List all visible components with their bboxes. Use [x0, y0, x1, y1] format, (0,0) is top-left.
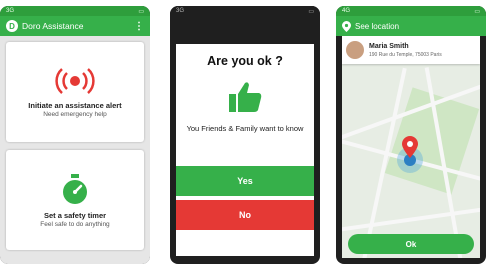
contact-name: Maria Smith [369, 42, 409, 50]
safety-timer-card[interactable]: Set a safety timer Feel safe to do anyth… [6, 150, 144, 250]
assistance-alert-card[interactable]: Initiate an assistance alert Need emerge… [6, 42, 144, 142]
card-subtitle: Need emergency help [43, 110, 107, 118]
ok-button[interactable]: Ok [348, 234, 474, 254]
avatar [346, 41, 364, 59]
signal-indicator: 3G [6, 8, 15, 14]
alarm-icon [55, 67, 95, 94]
app-bar: See location [336, 16, 486, 36]
yes-button[interactable]: Yes [176, 166, 314, 196]
card-title: Initiate an assistance alert [28, 100, 122, 110]
phone-screen-are-you-ok: 3G ▭ Are you ok ? You Friends & Family w… [170, 6, 320, 264]
status-bar: 3G ▭ [170, 6, 320, 16]
signal-indicator: 3G [176, 8, 185, 14]
status-bar: 3G ▭ [0, 6, 150, 16]
battery-icon: ▭ [138, 8, 144, 15]
no-button[interactable]: No [176, 200, 314, 230]
signal-indicator: 4G [342, 8, 351, 14]
card-title: Set a safety timer [43, 210, 107, 220]
assistance-content: Initiate an assistance alert Need emerge… [0, 36, 150, 264]
dialog-message: You Friends & Family want to know [186, 124, 304, 133]
location-pin-icon [342, 20, 351, 32]
phone-screen-assistance: 3G ▭ D Doro Assistance ⋮ Initiate an ass… [0, 6, 150, 264]
are-you-ok-dialog: Are you ok ? You Friends & Family want t… [176, 44, 314, 256]
stopwatch-icon [63, 173, 87, 204]
location-marker-icon [397, 136, 423, 173]
dialog-title: Are you ok ? [207, 54, 283, 68]
battery-icon: ▭ [474, 8, 480, 15]
app-bar: D Doro Assistance ⋮ [0, 16, 150, 36]
doro-logo-icon: D [6, 20, 18, 32]
app-title: Doro Assistance [22, 21, 84, 31]
more-vert-icon[interactable]: ⋮ [134, 21, 144, 32]
thumbs-up-icon [229, 82, 262, 112]
map-view[interactable]: Maria Smith 190 Rue du Temple, 75003 Par… [342, 36, 480, 258]
status-bar: 4G ▭ [336, 6, 486, 16]
contact-card[interactable]: Maria Smith 190 Rue du Temple, 75003 Par… [342, 36, 480, 64]
phone-screen-location: 4G ▭ See location Maria Smith 190 Rue du… [336, 6, 486, 264]
card-subtitle: Feel safe to do anything [40, 220, 110, 228]
battery-icon: ▭ [308, 8, 314, 15]
contact-address: 190 Rue du Temple, 75003 Paris [369, 51, 442, 58]
screen-title: See location [355, 21, 400, 31]
map-road [342, 203, 480, 233]
